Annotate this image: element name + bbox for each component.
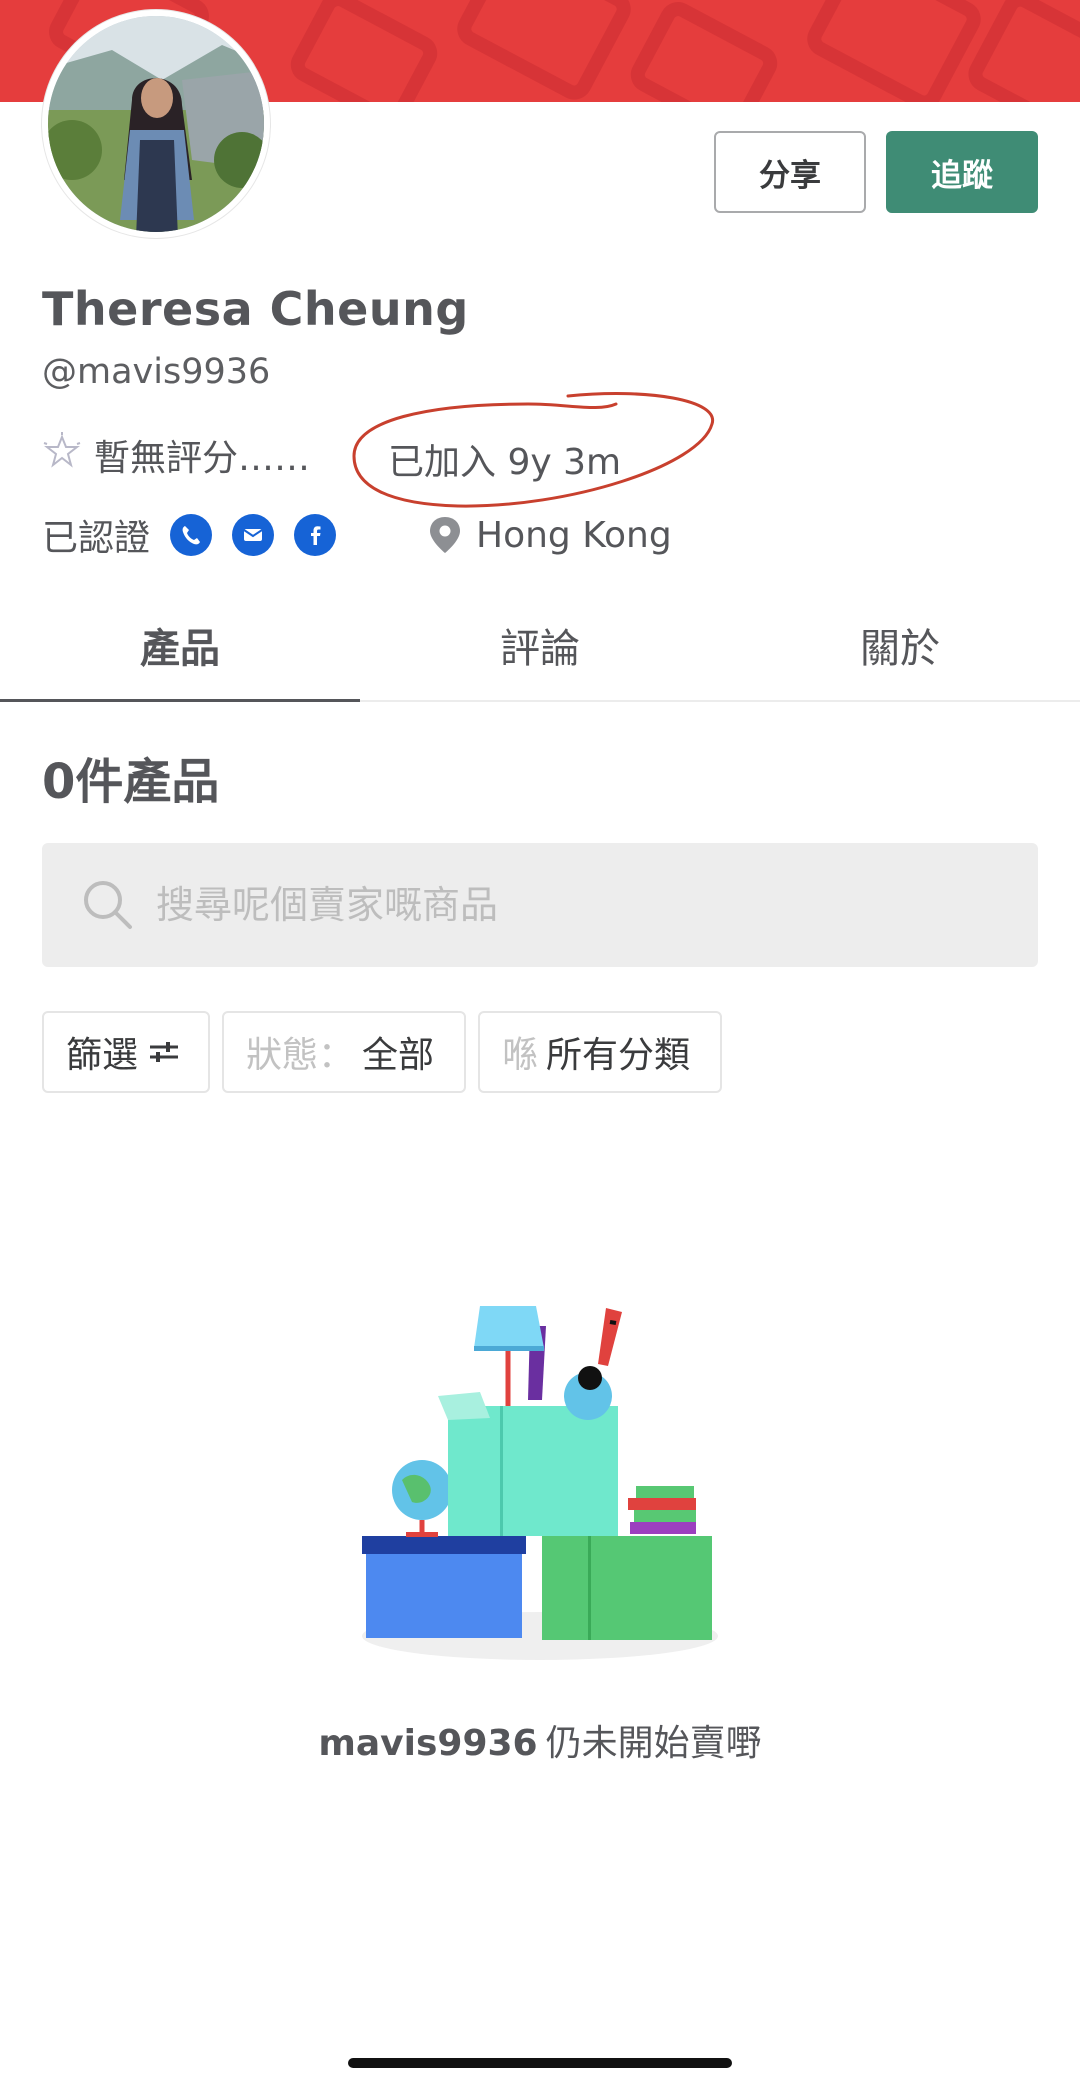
category-filter[interactable]: 喺 所有分類 [478, 1011, 722, 1093]
joined-duration: 已加入 9y 3m [388, 442, 622, 483]
sliders-icon [150, 1042, 179, 1062]
tab-products[interactable]: 產品 [0, 590, 360, 702]
verified-row: 已認證 [42, 510, 337, 560]
phone-icon [170, 514, 213, 556]
tab-reviews[interactable]: 評論 [360, 590, 720, 700]
star-icon [42, 431, 82, 480]
status-prefix: 狀態： [246, 1035, 355, 1076]
location-pin-icon [430, 517, 460, 553]
empty-boxes-illustration [362, 1306, 718, 1660]
verified-label: 已認證 [42, 518, 151, 559]
follow-button[interactable]: 追蹤 [886, 131, 1038, 213]
location: Hong Kong [428, 510, 672, 560]
share-button[interactable]: 分享 [714, 131, 866, 213]
home-indicator[interactable] [348, 2058, 732, 2068]
filter-button[interactable]: 篩選 [42, 1011, 210, 1093]
rating-text: 暫無評分…… [94, 438, 311, 479]
search-bar[interactable] [42, 843, 1038, 967]
empty-state-text: 仍未開始賣嘢 [545, 1723, 762, 1764]
empty-state-username: mavis9936 [318, 1723, 538, 1764]
status-filter[interactable]: 狀態： 全部 [222, 1011, 466, 1093]
category-prefix: 喺 [502, 1035, 539, 1076]
tab-about[interactable]: 關於 [720, 590, 1080, 700]
empty-state-message: mavis9936 仍未開始賣嘢 [0, 1714, 1080, 1766]
product-count: 0件產品 [42, 754, 220, 810]
search-icon [84, 881, 132, 929]
email-icon [232, 514, 275, 556]
filter-label: 篩選 [66, 1035, 139, 1076]
location-text: Hong Kong [476, 514, 672, 556]
search-input[interactable] [154, 882, 958, 928]
profile-name: Theresa Cheung [42, 282, 469, 336]
profile-handle: @mavis9936 [42, 352, 271, 392]
avatar [42, 10, 270, 238]
facebook-icon [294, 514, 337, 556]
status-value: 全部 [362, 1035, 435, 1076]
rating-row: 暫無評分…… [42, 430, 310, 480]
category-value: 所有分類 [546, 1035, 691, 1076]
profile-tabs: 產品 評論 關於 [0, 590, 1080, 702]
